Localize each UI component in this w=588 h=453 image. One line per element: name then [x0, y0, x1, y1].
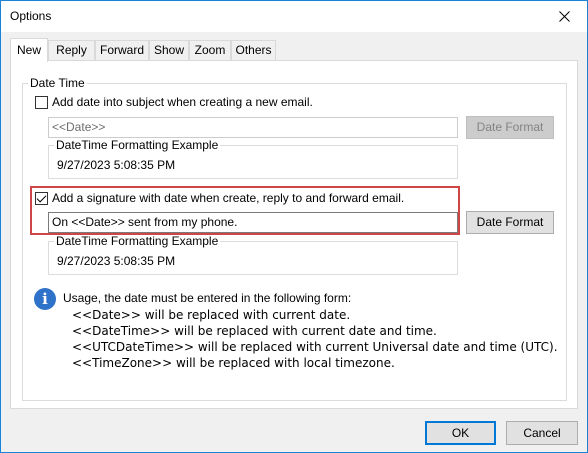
title-bar: Options — [1, 1, 587, 32]
options-dialog: Options New Reply Forward Show Zoom Othe… — [0, 0, 588, 453]
tab-forward[interactable]: Forward — [95, 40, 149, 60]
signature-highlight-frame — [30, 186, 460, 235]
usage-intro: Usage, the date must be entered in the f… — [63, 291, 352, 305]
datetime-group-caption: Date Time — [28, 76, 87, 90]
cancel-button[interactable]: Cancel — [506, 421, 578, 445]
tab-show[interactable]: Show — [149, 40, 189, 60]
signature-example-caption: DateTime Formatting Example — [54, 234, 221, 248]
tab-reply[interactable]: Reply — [48, 40, 95, 60]
close-icon — [558, 11, 570, 22]
subject-date-format-button[interactable]: Date Format — [466, 116, 554, 139]
subject-date-checkbox[interactable] — [35, 95, 48, 109]
usage-line-utcdatetime: <<UTCDateTime>> will be replaced with cu… — [72, 340, 558, 354]
usage-line-datetime: <<DateTime>> will be replaced with curre… — [72, 324, 437, 338]
subject-example-value: 9/27/2023 5:08:35 PM — [57, 158, 176, 172]
info-icon: i — [34, 288, 56, 310]
usage-line-date: <<Date>> will be replaced with current d… — [72, 308, 351, 322]
dialog-client: New Reply Forward Show Zoom Others Date … — [1, 32, 587, 452]
signature-date-format-button[interactable]: Date Format — [466, 211, 554, 234]
window-title: Options — [10, 9, 52, 23]
tab-others[interactable]: Others — [231, 40, 276, 60]
close-button[interactable] — [541, 1, 587, 32]
signature-example-value: 9/27/2023 5:08:35 PM — [57, 254, 176, 268]
subject-date-input[interactable]: <<Date>> — [48, 117, 458, 138]
tab-zoom[interactable]: Zoom — [189, 40, 231, 60]
subject-example-caption: DateTime Formatting Example — [54, 138, 221, 152]
tab-new[interactable]: New — [10, 38, 48, 62]
subject-date-checkbox-row[interactable]: Add date into subject when creating a ne… — [35, 95, 313, 109]
subject-date-checkbox-label: Add date into subject when creating a ne… — [52, 95, 313, 109]
usage-line-timezone: <<TimeZone>> will be replaced with local… — [72, 356, 395, 370]
ok-button[interactable]: OK — [425, 421, 496, 445]
